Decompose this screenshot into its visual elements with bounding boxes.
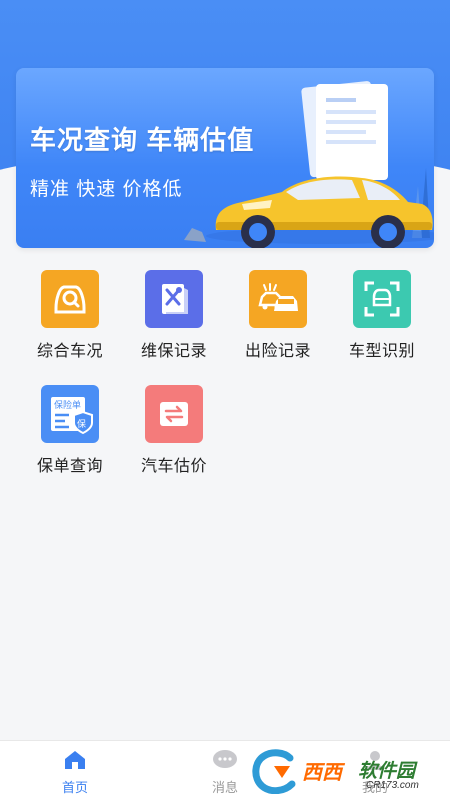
service-car-valuation[interactable]: 汽车估价 (122, 385, 226, 476)
tab-home[interactable]: 首页 (0, 741, 150, 800)
watermark-name: 软件园 (358, 761, 416, 782)
watermark-brand: 西西 (302, 762, 342, 784)
service-label: 车型识别 (348, 343, 415, 360)
watermark-logo-icon (252, 749, 296, 795)
service-comprehensive-condition[interactable]: 综合车况 (18, 270, 122, 361)
service-grid: 综合车况 维保记录 出险记录 车型识别 保险单 保 保单查询 汽车估价 (18, 270, 434, 476)
maintenance-tools-icon (145, 270, 203, 328)
car-accident-icon (249, 270, 307, 328)
service-maintenance-record[interactable]: 维保记录 (122, 270, 226, 361)
car-illustration (184, 81, 434, 248)
tab-label: 消息 (211, 780, 238, 795)
car-search-icon (41, 270, 99, 328)
watermark-url: CR173.com (366, 780, 419, 791)
car-scan-icon (353, 270, 411, 328)
site-watermark: 西西 软件园 CR173.com (250, 748, 440, 795)
tab-label: 首页 (61, 780, 88, 795)
policy-badge: 保 (77, 418, 86, 430)
banner-title: 车况查询 车辆估值 (30, 125, 255, 155)
service-label: 出险记录 (244, 343, 311, 360)
insurance-policy-icon: 保险单 保 (41, 385, 99, 443)
service-label: 保单查询 (36, 458, 103, 475)
service-accident-record[interactable]: 出险记录 (226, 270, 330, 361)
service-label: 维保记录 (140, 343, 207, 360)
banner-subtitle: 精准 快速 价格低 (30, 179, 183, 200)
service-label: 综合车况 (36, 343, 103, 360)
service-model-recognition[interactable]: 车型识别 (330, 270, 434, 361)
message-icon (213, 750, 237, 768)
price-exchange-icon (145, 385, 203, 443)
policy-doc-title: 保险单 (54, 399, 81, 411)
service-label: 汽车估价 (140, 458, 207, 475)
promo-banner[interactable]: 车况查询 车辆估值 精准 快速 价格低 (16, 68, 434, 248)
service-policy-query[interactable]: 保险单 保 保单查询 (18, 385, 122, 476)
home-icon (65, 751, 85, 769)
